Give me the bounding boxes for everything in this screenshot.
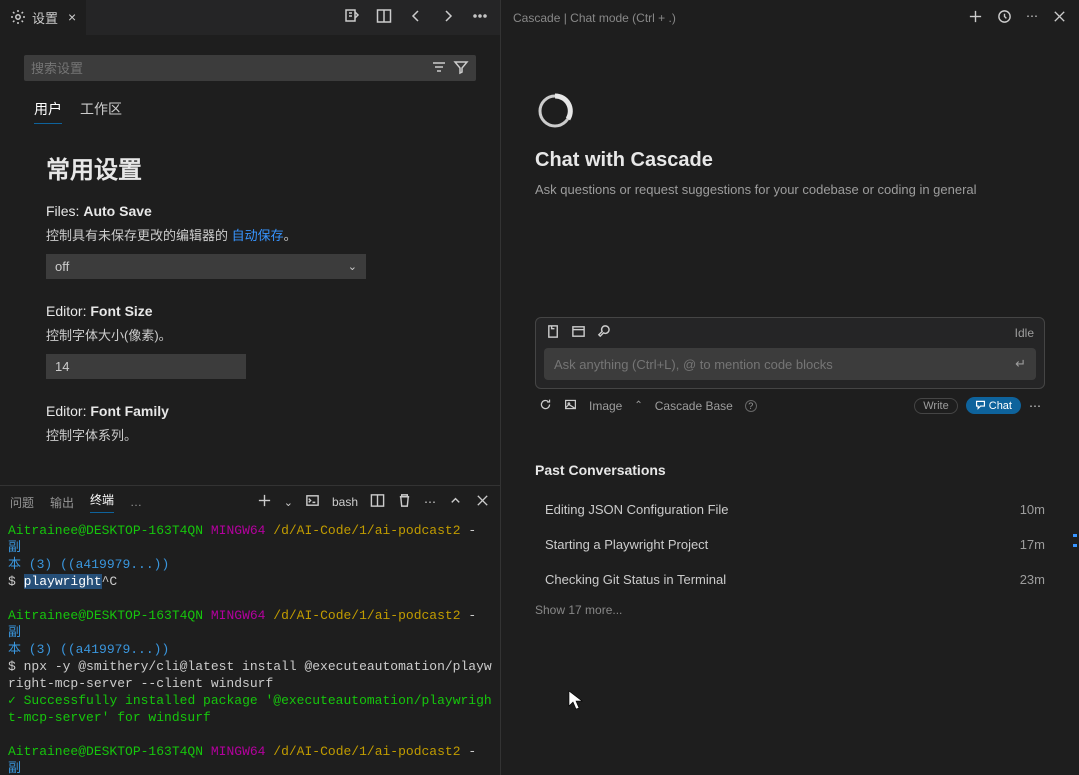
- split-terminal-icon[interactable]: [370, 493, 385, 511]
- settings-search[interactable]: [24, 55, 476, 81]
- conv-title: Starting a Playwright Project: [545, 537, 708, 552]
- send-icon[interactable]: ↵: [1015, 356, 1026, 372]
- chevron-up-icon: ⌃: [634, 400, 642, 411]
- filter-icon[interactable]: [453, 59, 469, 78]
- kill-terminal-icon[interactable]: [397, 493, 412, 511]
- conv-title: Editing JSON Configuration File: [545, 502, 729, 517]
- autosave-select[interactable]: off ⌄: [46, 254, 366, 279]
- mode-write-button[interactable]: Write: [914, 398, 957, 414]
- clear-icon[interactable]: [431, 59, 447, 78]
- panel-tab-more[interactable]: …: [130, 495, 142, 509]
- bottom-panel: 问题 输出 终端 … ⌄ bash ⋯ Aitrainee@DESKTOP-16…: [0, 485, 500, 775]
- more-icon[interactable]: ⋯: [424, 495, 436, 509]
- cascade-input[interactable]: ↵: [544, 348, 1036, 380]
- setting-label-bold: Auto Save: [83, 203, 151, 219]
- scroll-marker: [1073, 544, 1077, 547]
- editor-actions: [344, 8, 500, 27]
- chevron-down-icon: ⌄: [348, 260, 357, 273]
- number-value: 14: [55, 359, 69, 374]
- conversation-item[interactable]: Editing JSON Configuration File 10m: [535, 492, 1045, 527]
- setting-label-prefix: Files:: [46, 203, 83, 219]
- select-value: off: [55, 259, 69, 274]
- setting-desc: 控制字体系列。: [46, 425, 476, 444]
- snippet-icon[interactable]: [571, 324, 586, 342]
- cascade-logo-icon: [535, 91, 575, 131]
- scope-user[interactable]: 用户: [34, 99, 62, 124]
- image-icon[interactable]: [564, 398, 577, 414]
- panel-tab-bar: 问题 输出 终端 … ⌄ bash ⋯: [0, 486, 500, 518]
- panel-tab-problems[interactable]: 问题: [10, 494, 34, 511]
- new-terminal-icon[interactable]: [257, 493, 272, 511]
- setting-font-size: Editor: Font Size 控制字体大小(像素)。 14: [46, 303, 476, 379]
- cascade-subtitle: Ask questions or request suggestions for…: [535, 182, 1045, 197]
- more-actions-icon[interactable]: [472, 8, 488, 27]
- scroll-marker: [1073, 534, 1077, 537]
- settings-section-title: 常用设置: [46, 150, 476, 185]
- tab-settings[interactable]: 设置 ×: [0, 0, 86, 35]
- conversation-item[interactable]: Starting a Playwright Project 17m: [535, 527, 1045, 562]
- shell-name[interactable]: bash: [332, 495, 358, 509]
- attach-file-icon[interactable]: [546, 324, 561, 342]
- panel-tab-terminal[interactable]: 终端: [90, 491, 114, 513]
- gear-icon: [10, 9, 26, 25]
- conv-time: 10m: [1020, 502, 1045, 517]
- idle-status: Idle: [1015, 326, 1034, 340]
- conv-time: 23m: [1020, 572, 1045, 587]
- terminal-profile-icon[interactable]: [305, 493, 320, 511]
- setting-desc: 控制具有未保存更改的编辑器的 自动保存。: [46, 225, 476, 244]
- image-label[interactable]: Image: [589, 399, 622, 413]
- close-icon[interactable]: ×: [68, 9, 76, 25]
- cascade-header-title: Cascade | Chat mode (Ctrl + .): [513, 11, 676, 25]
- tool-icon[interactable]: [596, 324, 611, 342]
- new-chat-icon[interactable]: [968, 9, 983, 27]
- scope-workspace[interactable]: 工作区: [80, 99, 122, 124]
- terminal-output[interactable]: Aitrainee@DESKTOP-163T4QN MINGW64 /d/AI-…: [0, 518, 500, 775]
- nav-back-icon[interactable]: [408, 8, 424, 27]
- cascade-text-input[interactable]: [554, 357, 1015, 372]
- maximize-panel-icon[interactable]: [448, 493, 463, 511]
- model-label[interactable]: Cascade Base: [655, 399, 733, 413]
- mode-chat-button[interactable]: Chat: [966, 397, 1021, 414]
- help-icon[interactable]: ?: [745, 400, 757, 412]
- settings-scope-tabs: 用户 工作区: [24, 93, 476, 130]
- nav-forward-icon[interactable]: [440, 8, 456, 27]
- font-size-input[interactable]: 14: [46, 354, 246, 379]
- history-icon[interactable]: [997, 9, 1012, 27]
- cascade-footer: Image ⌃ Cascade Base ? Write Chat ⋯: [535, 389, 1045, 422]
- split-editor-icon[interactable]: [376, 8, 392, 27]
- more-icon[interactable]: ⋯: [1026, 9, 1038, 27]
- setting-font-family: Editor: Font Family 控制字体系列。: [46, 403, 476, 444]
- conv-title: Checking Git Status in Terminal: [545, 572, 726, 587]
- close-panel-icon[interactable]: [475, 493, 490, 511]
- cascade-title: Chat with Cascade: [535, 149, 1045, 172]
- open-changes-icon[interactable]: [344, 8, 360, 27]
- setting-auto-save: Files: Auto Save 控制具有未保存更改的编辑器的 自动保存。 of…: [46, 203, 476, 279]
- tab-label: 设置: [32, 8, 58, 27]
- autosave-link[interactable]: 自动保存: [232, 228, 284, 243]
- more-icon[interactable]: ⋯: [1029, 399, 1041, 413]
- setting-desc: 控制字体大小(像素)。: [46, 325, 476, 344]
- refresh-icon[interactable]: [539, 398, 552, 414]
- panel-tab-output[interactable]: 输出: [50, 494, 74, 511]
- cascade-header: Cascade | Chat mode (Ctrl + .) ⋯: [501, 0, 1079, 35]
- show-more-conversations[interactable]: Show 17 more...: [535, 597, 1045, 623]
- conversation-item[interactable]: Checking Git Status in Terminal 23m: [535, 562, 1045, 597]
- cascade-input-box: Idle ↵: [535, 317, 1045, 389]
- editor-tab-bar: 设置 ×: [0, 0, 500, 35]
- chevron-down-icon[interactable]: ⌄: [284, 496, 293, 509]
- conv-time: 17m: [1020, 537, 1045, 552]
- past-conversations-title: Past Conversations: [535, 462, 1045, 478]
- close-icon[interactable]: [1052, 9, 1067, 27]
- settings-search-input[interactable]: [31, 61, 431, 76]
